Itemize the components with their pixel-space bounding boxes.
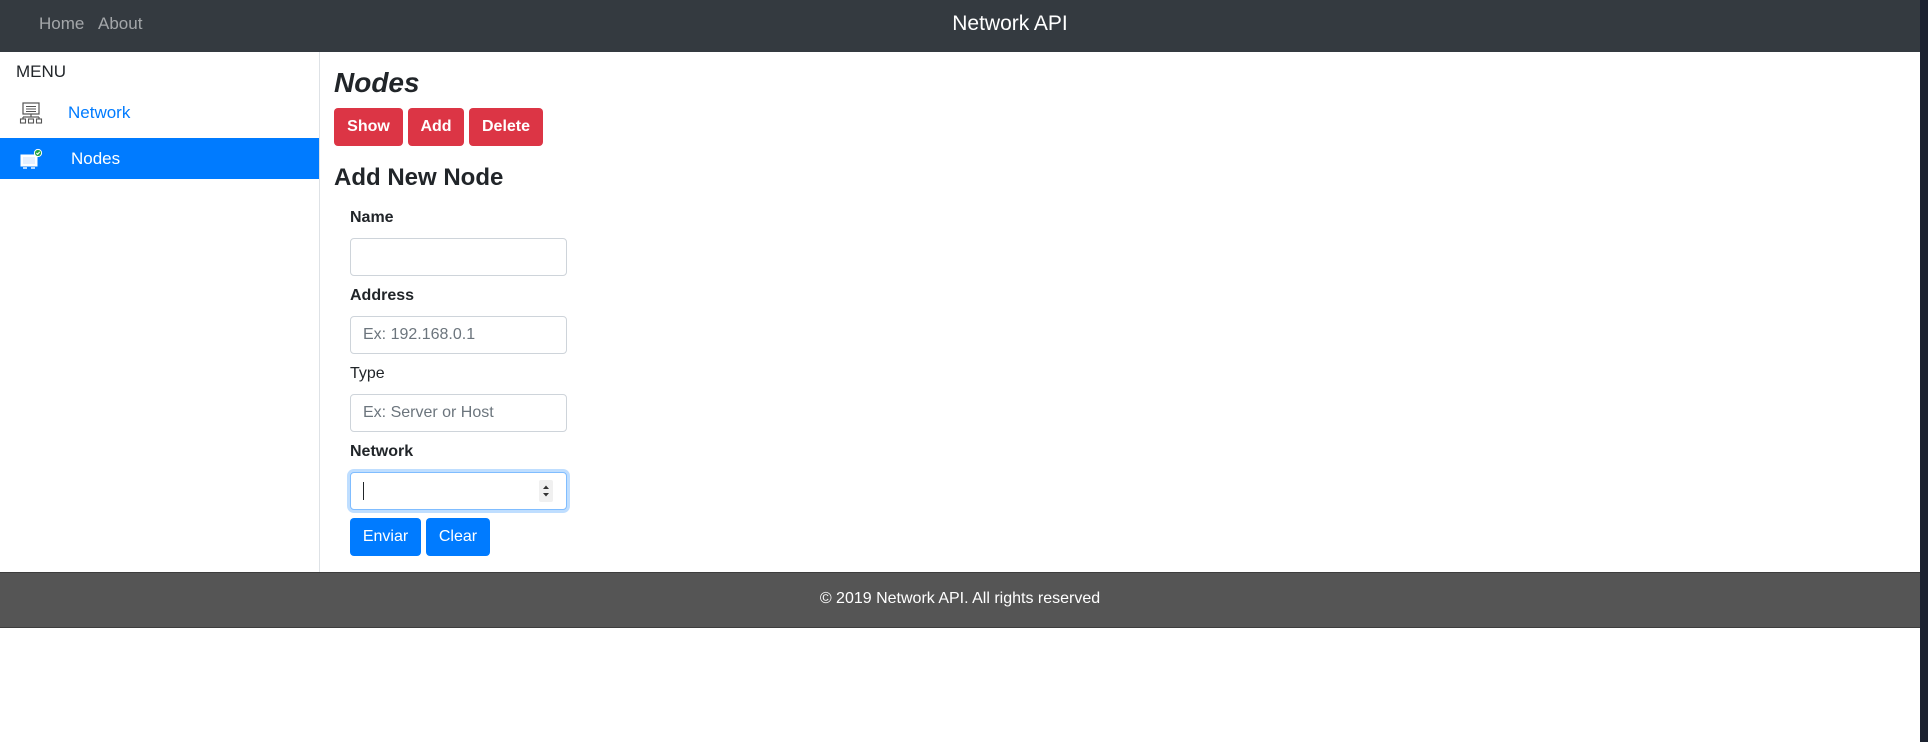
delete-button[interactable]: Delete [469, 108, 543, 146]
clear-button[interactable]: Clear [426, 518, 490, 556]
main-content: Nodes Show Add Delete Add New Node Name … [334, 52, 1834, 572]
sidebar-item-label: Nodes [71, 149, 121, 168]
address-label: Address [350, 287, 415, 304]
sidebar-title: MENU [16, 62, 67, 81]
text-cursor [363, 482, 364, 500]
sidebar: MENU Network Nodes [0, 52, 320, 572]
name-input[interactable] [350, 238, 567, 276]
type-label: Type [350, 365, 385, 382]
submit-button[interactable]: Enviar [350, 518, 421, 556]
name-label: Name [350, 209, 394, 226]
sidebar-item-network[interactable]: Network [0, 92, 319, 133]
spinner-arrows-icon[interactable] [539, 480, 553, 502]
network-number-input[interactable] [350, 472, 567, 510]
footer: © 2019 Network API. All rights reserved [0, 572, 1920, 628]
form-heading: Add New Node [334, 164, 504, 191]
window-edge [1920, 0, 1928, 742]
add-button[interactable]: Add [408, 108, 464, 146]
page-title: Nodes [334, 67, 420, 98]
network-label: Network [350, 443, 414, 460]
sidebar-item-label: Network [68, 103, 131, 122]
sidebar-item-nodes[interactable]: Nodes [0, 138, 319, 179]
top-navbar: Home About Network API [0, 0, 1920, 52]
app-title: Network API [952, 12, 1068, 35]
show-button[interactable]: Show [334, 108, 403, 146]
page: Home About Network API MENU Network Node… [0, 0, 1920, 742]
nodes-icon [19, 147, 43, 171]
type-input[interactable] [350, 394, 567, 432]
network-icon [19, 101, 43, 125]
footer-copyright: © 2019 Network API. All rights reserved [819, 590, 1101, 607]
address-input[interactable] [350, 316, 567, 354]
